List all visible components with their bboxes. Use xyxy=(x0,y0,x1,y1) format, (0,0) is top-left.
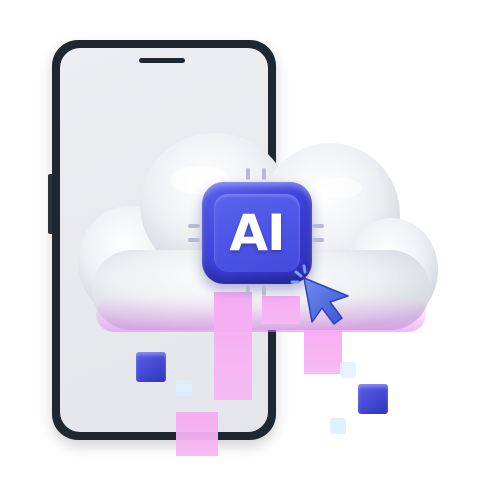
chip-pin xyxy=(246,284,250,296)
chip-pin xyxy=(188,224,200,228)
chip-pin xyxy=(188,238,200,242)
pink-bar-bottom xyxy=(176,412,218,456)
chip-pin xyxy=(312,238,324,242)
chip-pin xyxy=(262,284,266,296)
ai-chip-face: AI xyxy=(214,194,300,272)
cube-ice xyxy=(330,418,346,434)
ai-chip-label: AI xyxy=(229,204,285,262)
cube-ice xyxy=(176,380,192,396)
cube-blue-left xyxy=(136,352,166,382)
pink-bar-left xyxy=(214,292,252,400)
illustration: AI xyxy=(0,0,500,500)
chip-pin xyxy=(262,168,266,180)
pink-bar-right xyxy=(304,330,342,374)
chip-pin xyxy=(312,224,324,228)
cube-ice xyxy=(340,362,356,378)
mouse-cursor-icon xyxy=(290,264,349,325)
cube-blue-right xyxy=(358,384,388,414)
chip-pin xyxy=(246,168,250,180)
